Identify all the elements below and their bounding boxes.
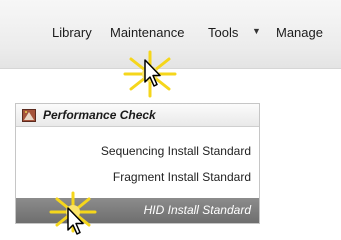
mouse-pointer-icon — [144, 59, 161, 87]
panel-title: Performance Check — [43, 108, 156, 122]
menu-library[interactable]: Library — [52, 25, 92, 41]
menu-item-fragment-install-standard[interactable]: Fragment Install Standard — [16, 165, 259, 189]
tools-dropdown-arrow-icon[interactable]: ▼ — [252, 26, 261, 36]
mouse-pointer-icon — [67, 207, 84, 235]
panel-header: Performance Check — [16, 104, 259, 127]
performance-check-icon — [22, 109, 36, 122]
menu-maintenance[interactable]: Maintenance — [110, 25, 184, 41]
menu-tools[interactable]: Tools — [208, 25, 238, 41]
menu-item-sequencing-install-standard[interactable]: Sequencing Install Standard — [16, 139, 259, 163]
menu-manage[interactable]: Manage — [276, 25, 323, 41]
